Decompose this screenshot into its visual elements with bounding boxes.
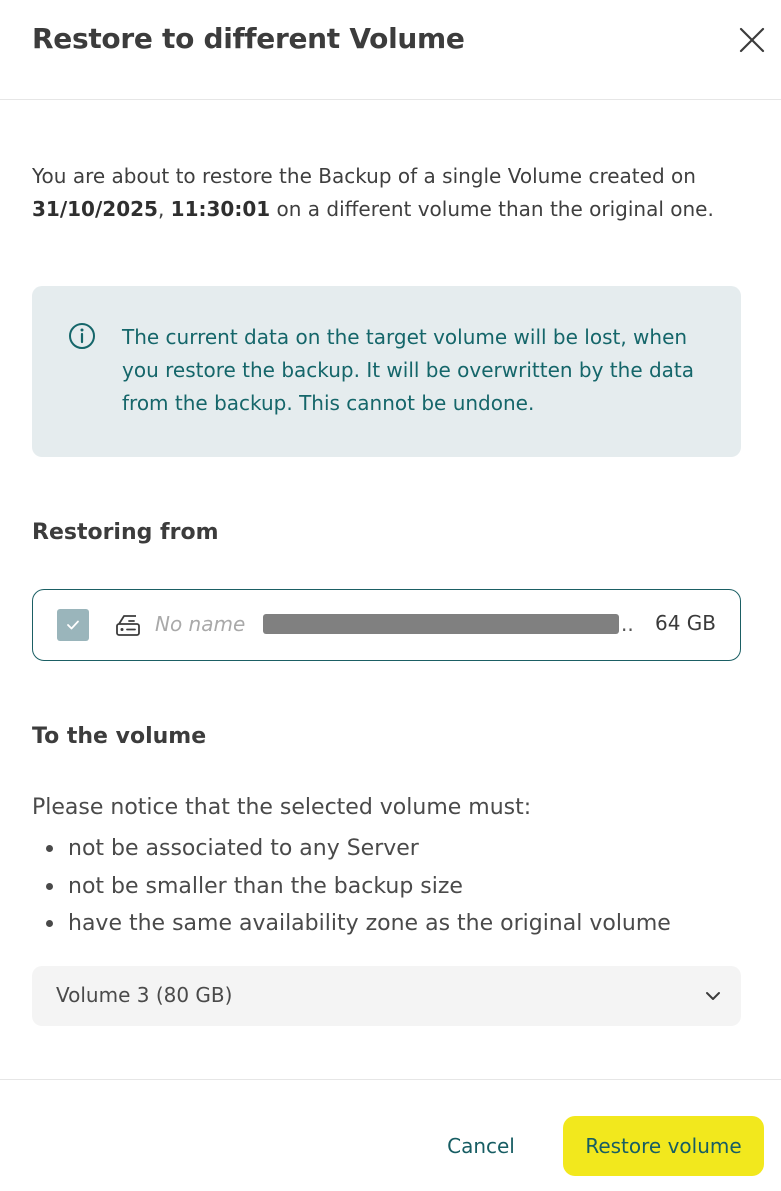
close-icon[interactable] [734,22,770,58]
intro-text-before: You are about to restore the Backup of a… [32,164,696,188]
restore-volume-button[interactable]: Restore volume [563,1116,764,1176]
warning-alert: The current data on the target volume wi… [32,286,741,457]
info-icon [68,322,96,350]
requirements-notice: Please notice that the selected volume m… [32,795,532,820]
backup-time: 11:30:01 [170,197,271,221]
volume-name: No name [155,612,246,636]
restoring-from-heading: Restoring from [32,520,219,545]
requirement-item: have the same availability zone as the o… [32,905,671,943]
dialog-title: Restore to different Volume [32,22,465,55]
name-ellipsis: .. [621,612,634,636]
to-volume-heading: To the volume [32,724,207,749]
volume-size: 64 GB [654,611,716,635]
requirement-item: not be associated to any Server [32,830,671,868]
requirements-list: not be associated to any Server not be s… [32,830,671,943]
redacted-volume-id [263,614,619,634]
selected-volume: Volume 3 (80 GB) [56,983,233,1007]
cancel-button[interactable]: Cancel [428,1118,534,1174]
target-volume-select[interactable]: Volume 3 (80 GB) [32,966,741,1026]
source-backup-card[interactable]: No name .. 64 GB [32,589,741,661]
dialog-header: Restore to different Volume [0,0,781,100]
disk-icon [115,612,141,638]
chevron-down-icon [703,986,723,1006]
intro-separator: , [157,197,171,221]
check-icon [67,620,79,630]
alert-message: The current data on the target volume wi… [122,325,695,415]
intro-text: You are about to restore the Backup of a… [32,160,722,226]
backup-date: 31/10/2025 [32,197,158,221]
requirement-item: not be smaller than the backup size [32,868,671,906]
source-checkbox[interactable] [57,609,89,641]
intro-text-after: on a different volume than the original … [270,197,714,221]
